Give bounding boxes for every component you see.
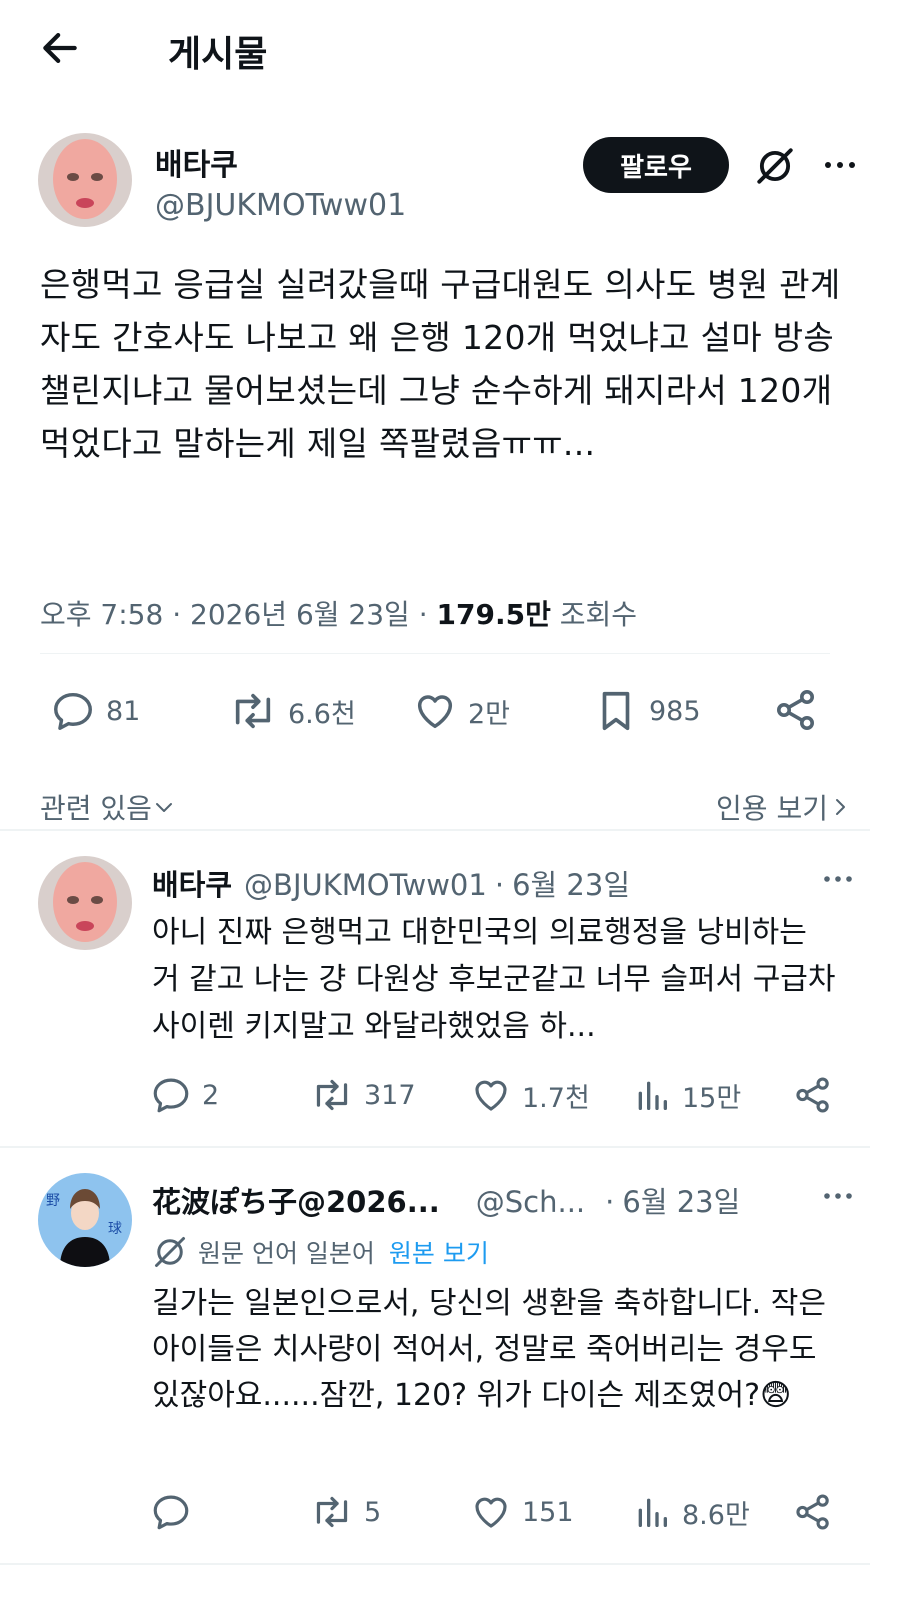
like-button[interactable]: 151 [470, 1491, 574, 1533]
avatar[interactable]: 野 球 [38, 1173, 132, 1267]
repost-icon [316, 1079, 348, 1111]
views-count: 179.5만 [436, 598, 551, 631]
reply-icon [54, 692, 92, 730]
bookmark-icon [602, 691, 630, 731]
heart-icon [475, 1080, 507, 1111]
reply-count: 2 [202, 1079, 220, 1111]
chevron-right-icon [836, 799, 845, 815]
translation-label: 원문 언어 일본어 [198, 1239, 375, 1268]
views-button[interactable]: 15만 [632, 1074, 741, 1116]
view-quotes-link[interactable]: 인용 보기 [716, 787, 852, 827]
post-meta: 오후 7:58 · 2026년 6월 23일 · 179.5만 조회수 [40, 598, 638, 631]
analytics-icon [638, 1081, 667, 1110]
related-label: 관련 있음 [40, 792, 152, 825]
reply-icon [153, 1078, 189, 1113]
more-options-icon[interactable] [820, 150, 860, 180]
divider [40, 653, 830, 654]
like-count: 2만 [468, 698, 511, 730]
reply-text: 아니 진짜 은행먹고 대한민국의 의료행정을 낭비하는 거 같고 나는 걍 다원… [152, 915, 836, 1044]
reply-count: 81 [106, 695, 141, 727]
share-icon[interactable] [792, 1491, 834, 1533]
back-arrow-icon[interactable] [38, 26, 82, 70]
like-button[interactable]: 2만 [412, 688, 510, 734]
reply-date[interactable]: 6월 23일 [622, 1179, 740, 1221]
reply-author-name[interactable]: 배타쿠 [152, 862, 232, 904]
reply-button[interactable]: 81 [50, 688, 140, 734]
bookmark-count: 985 [649, 695, 701, 727]
reply-date[interactable]: 6월 23일 [512, 862, 630, 904]
reply-button[interactable] [150, 1491, 202, 1533]
grok-icon[interactable] [754, 145, 796, 187]
translation-notice: 원문 언어 일본어 원본 보기 [152, 1234, 489, 1270]
views-label: 조회수 [559, 598, 638, 631]
show-original-link[interactable]: 원본 보기 [389, 1234, 489, 1270]
reply-header: 花波ぽち子@2026... @Sch... · 6월 23일 [152, 1179, 740, 1221]
avatar[interactable] [38, 856, 132, 950]
repost-count: 6.6천 [288, 698, 356, 730]
share-icon[interactable] [772, 686, 820, 734]
like-count: 1.7천 [522, 1082, 590, 1114]
avatar-text: 野 [46, 1193, 60, 1209]
like-button[interactable]: 1.7천 [470, 1074, 590, 1116]
post-text: 은행먹고 응급실 실려갔을때 구급대원도 의사도 병원 관계자도 간호사도 나보… [40, 265, 841, 463]
chevron-down-icon [155, 803, 172, 812]
share-icon[interactable] [792, 1074, 834, 1116]
repost-icon [235, 693, 271, 729]
author-handle[interactable]: @BJUKMOTww01 [155, 188, 406, 223]
repost-count: 317 [364, 1079, 416, 1111]
bookmark-button[interactable]: 985 [593, 688, 701, 734]
avatar-text: 球 [108, 1221, 122, 1237]
reply-text: 길가는 일본인으로서, 당신의 생환을 축하합니다. 작은 아이들은 치사량이 … [152, 1286, 826, 1413]
reply-author-name[interactable]: 花波ぽち子@2026... [152, 1179, 440, 1221]
author-name[interactable]: 배타쿠 [155, 140, 238, 184]
reply-button[interactable]: 2 [150, 1074, 219, 1116]
heart-icon [417, 695, 453, 729]
reply-author-handle[interactable]: @BJUKMOTww01 [244, 868, 487, 902]
repost-count: 5 [364, 1496, 382, 1528]
reply-header: 배타쿠 @BJUKMOTww01 · 6월 23일 [152, 862, 630, 904]
reply-author-handle[interactable]: @Sch... [476, 1185, 585, 1219]
repost-button[interactable]: 6.6천 [228, 688, 356, 734]
post-time[interactable]: 오후 7:58 [40, 598, 163, 631]
post-date[interactable]: 2026년 6월 23일 [190, 598, 410, 631]
follow-button[interactable]: 팔로우 [583, 137, 729, 193]
more-options-icon[interactable] [820, 1183, 856, 1209]
related-filter[interactable]: 관련 있음 [40, 787, 176, 827]
quotes-label: 인용 보기 [716, 792, 828, 825]
repost-icon [316, 1496, 348, 1528]
divider [0, 1563, 870, 1565]
grok-icon [155, 1237, 185, 1267]
views-count: 8.6만 [682, 1499, 750, 1531]
like-count: 151 [522, 1496, 574, 1528]
avatar[interactable] [38, 133, 132, 227]
views-count: 15만 [682, 1082, 742, 1114]
divider [0, 829, 870, 831]
more-options-icon[interactable] [820, 866, 856, 892]
analytics-icon [638, 1498, 667, 1527]
repost-button[interactable]: 5 [310, 1491, 381, 1533]
page-title: 게시물 [168, 34, 268, 75]
reply-icon [153, 1495, 189, 1530]
views-button[interactable]: 8.6만 [632, 1491, 750, 1533]
heart-icon [475, 1497, 507, 1528]
repost-button[interactable]: 317 [310, 1074, 416, 1116]
divider [0, 1146, 870, 1148]
